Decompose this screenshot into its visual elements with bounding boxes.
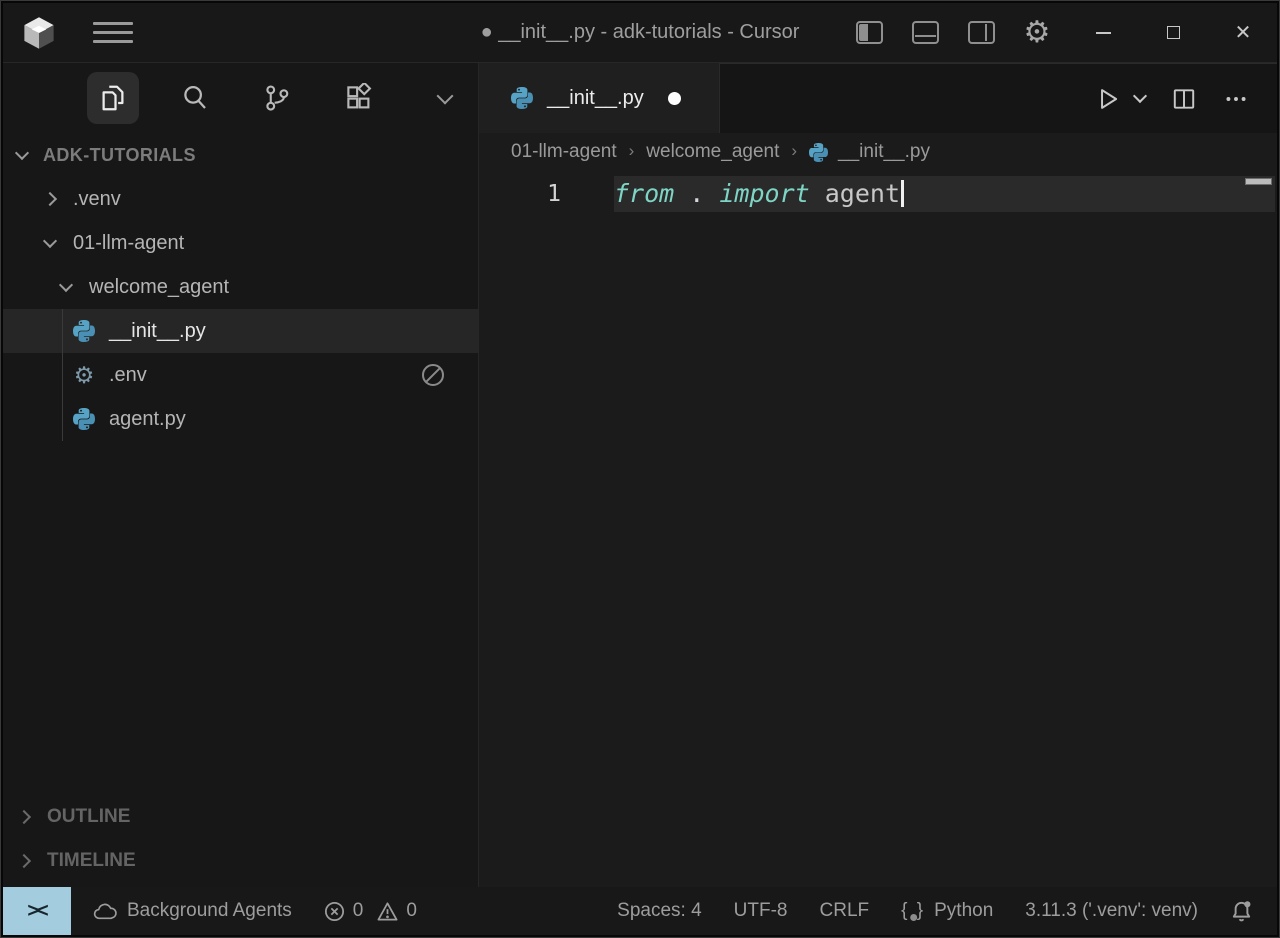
toggle-panel-icon[interactable] [909, 19, 941, 47]
python-file-icon [73, 320, 95, 342]
outline-section-header[interactable]: OUTLINE [3, 795, 478, 839]
more-views-chevron-icon[interactable] [419, 72, 471, 124]
gear-file-icon: ⚙ [73, 361, 95, 388]
errors-count: 0 [352, 900, 364, 921]
search-icon[interactable] [169, 72, 221, 124]
code-text: from . import agent [614, 176, 904, 212]
eol-item[interactable]: CRLF [820, 900, 870, 922]
file-tree: ADK-TUTORIALS .venv 01-llm-agent welcome… [3, 133, 478, 795]
python-file-icon [73, 408, 95, 430]
tab-init-py[interactable]: __init__.py [479, 63, 719, 133]
tree-item-init-py[interactable]: __init__.py [3, 309, 478, 353]
keyword-token: import [719, 179, 810, 208]
warnings-count: 0 [406, 900, 417, 921]
background-agents-item[interactable]: Background Agents [93, 900, 292, 922]
sidebar-explorer: ADK-TUTORIALS .venv 01-llm-agent welcome… [3, 63, 479, 887]
line-number: 1 [547, 181, 561, 207]
python-file-icon [809, 142, 829, 162]
python-interpreter-item[interactable]: 3.11.3 ('.venv': venv) [1025, 900, 1198, 922]
warnings-icon [377, 901, 398, 921]
run-dropdown-chevron-icon[interactable] [1132, 88, 1148, 104]
source-control-icon[interactable] [251, 72, 303, 124]
tab-label: __init__.py [547, 86, 644, 109]
excluded-badge-icon [422, 364, 444, 386]
modified-dot-icon[interactable] [667, 91, 681, 105]
indent-guide [62, 309, 63, 441]
timeline-section-header[interactable]: TIMELINE [3, 839, 478, 883]
identifier-token: agent [809, 179, 900, 208]
tree-item-welcome-agent[interactable]: welcome_agent [3, 265, 478, 309]
editor-group: __init__.py 01-llm-agent › welcome_agent… [479, 63, 1277, 887]
tree-item-env[interactable]: ⚙ .env [3, 353, 478, 397]
toggle-secondary-sidebar-icon[interactable] [965, 19, 997, 47]
breadcrumb-folder[interactable]: welcome_agent [646, 141, 779, 163]
maximize-button[interactable] [1157, 19, 1189, 47]
app-window: ● __init__.py - adk-tutorials - Cursor ⚙… [0, 0, 1280, 938]
indentation-item[interactable]: Spaces: 4 [617, 900, 702, 922]
tab-bar: __init__.py [479, 63, 1277, 133]
encoding-item[interactable]: UTF-8 [734, 900, 788, 922]
more-actions-ellipsis-icon[interactable] [1223, 86, 1249, 112]
run-button[interactable] [1095, 86, 1121, 112]
split-editor-icon[interactable] [1171, 86, 1197, 112]
activity-bar [3, 63, 478, 133]
overview-ruler-marker[interactable] [1245, 178, 1272, 185]
breadcrumb-separator: › [791, 141, 798, 160]
chevron-right-icon [16, 809, 32, 825]
chevron-down-icon [14, 145, 30, 160]
notifications-bell-icon[interactable] [1230, 900, 1253, 923]
code-editor[interactable]: 1 from . import agent [479, 171, 1277, 887]
breadcrumb-folder[interactable]: 01-llm-agent [511, 141, 617, 163]
punct-token: . [674, 179, 720, 208]
tab-strip-empty [719, 63, 1277, 133]
text-caret [901, 180, 904, 207]
toggle-primary-sidebar-icon[interactable] [853, 19, 885, 47]
cursor-logo-icon [24, 16, 54, 49]
braces-icon: {.} [901, 900, 926, 921]
chevron-down-icon [58, 277, 74, 292]
chevron-right-icon [16, 853, 32, 869]
tree-item-agent-py[interactable]: agent.py [3, 397, 478, 441]
language-mode-item[interactable]: {.} Python [901, 900, 993, 922]
tree-root-folder[interactable]: ADK-TUTORIALS [3, 133, 478, 177]
python-file-icon [511, 87, 533, 109]
close-button[interactable]: ✕ [1227, 19, 1259, 47]
tree-item-venv[interactable]: .venv [3, 177, 478, 221]
breadcrumb: 01-llm-agent › welcome_agent › __init__.… [479, 133, 1277, 171]
cloud-icon [93, 903, 117, 919]
code-line-1: 1 from . import agent [479, 176, 1277, 212]
problems-item[interactable]: 0 0 [324, 900, 417, 922]
keyword-token: from [614, 179, 675, 208]
root-folder-label: ADK-TUTORIALS [43, 144, 196, 165]
errors-icon [324, 901, 344, 921]
extensions-icon[interactable] [333, 72, 385, 124]
tree-item-01-llm-agent[interactable]: 01-llm-agent [3, 221, 478, 265]
chevron-right-icon [42, 191, 58, 207]
status-bar: >< Background Agents 0 0 Spaces: 4 UTF-8… [3, 887, 1277, 935]
remote-indicator[interactable]: >< [3, 887, 71, 935]
breadcrumb-separator: › [628, 141, 635, 160]
breadcrumb-file[interactable]: __init__.py [838, 141, 930, 163]
menu-hamburger-icon[interactable] [93, 20, 133, 46]
chevron-down-icon [42, 233, 58, 248]
explorer-files-icon[interactable] [87, 72, 139, 124]
settings-gear-icon[interactable]: ⚙ [1021, 17, 1053, 47]
minimize-button[interactable] [1087, 19, 1119, 47]
title-bar: ● __init__.py - adk-tutorials - Cursor ⚙… [3, 3, 1277, 63]
